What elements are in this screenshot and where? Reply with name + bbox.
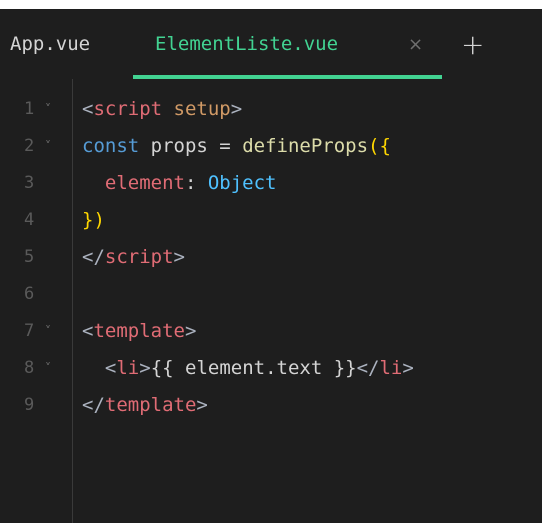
fold-chevron-icon[interactable]: ˅ bbox=[45, 350, 51, 387]
code-token: ({ bbox=[368, 135, 391, 157]
code-token: setup bbox=[173, 98, 231, 120]
line-number: 9 bbox=[24, 395, 35, 415]
fold-chevron-icon[interactable]: ˅ bbox=[45, 128, 51, 165]
tab-app-vue[interactable]: App.vue bbox=[10, 9, 90, 79]
code-line[interactable]: 3 element: Object bbox=[0, 165, 542, 202]
code-token: </ bbox=[356, 357, 380, 379]
code-token: < bbox=[82, 98, 94, 120]
code-text: const props = defineProps({ bbox=[82, 128, 391, 165]
code-token: props bbox=[139, 135, 220, 157]
fold-chevron-icon[interactable]: ˅ bbox=[45, 91, 51, 128]
code-line[interactable]: 5 </script> bbox=[0, 239, 542, 276]
code-token: < bbox=[104, 357, 117, 379]
code-editor: App.vue ElementListe.vue × + 1 ˅ <script s… bbox=[0, 9, 542, 523]
code-token: li bbox=[116, 357, 140, 379]
code-area[interactable]: 1 ˅ <script setup> 2 ˅ const props = definePr… bbox=[0, 91, 542, 424]
line-number: 6 bbox=[24, 284, 35, 304]
code-token: < bbox=[82, 320, 94, 342]
code-text: <script setup> bbox=[82, 91, 242, 128]
code-text: </template> bbox=[82, 387, 208, 424]
code-line[interactable]: 1 ˅ <script setup> bbox=[0, 91, 542, 128]
code-token: template bbox=[104, 394, 197, 416]
code-text: element: Object bbox=[82, 165, 277, 202]
line-number: 3 bbox=[24, 173, 35, 193]
code-token: : bbox=[184, 172, 208, 194]
code-token: > bbox=[402, 357, 414, 379]
code-token: > bbox=[196, 394, 208, 416]
plus-icon[interactable]: + bbox=[461, 9, 484, 79]
code-token: li bbox=[379, 357, 403, 379]
fold-chevron-icon[interactable]: ˅ bbox=[45, 313, 51, 350]
active-tab-indicator bbox=[133, 75, 442, 79]
code-text: }) bbox=[82, 202, 105, 239]
code-token: > bbox=[230, 98, 243, 120]
code-text: <li>{{ element.text }}</li> bbox=[82, 350, 414, 387]
code-line[interactable]: 4}) bbox=[0, 202, 542, 239]
code-token: const bbox=[82, 135, 140, 157]
code-token: > bbox=[184, 320, 197, 342]
code-line[interactable]: 2 ˅ const props = defineProps({ bbox=[0, 128, 542, 165]
code-token: script bbox=[104, 246, 174, 268]
line-number: 5 bbox=[24, 247, 35, 267]
code-text: <template> bbox=[82, 313, 196, 350]
code-token: }) bbox=[82, 209, 105, 231]
code-token: </ bbox=[82, 394, 105, 416]
code-line[interactable]: 8 ˅ <li>{{ element.text }}</li> bbox=[0, 350, 542, 387]
code-token: template bbox=[93, 320, 185, 342]
close-icon[interactable]: × bbox=[408, 9, 423, 79]
tab-bar: App.vue ElementListe.vue × + bbox=[0, 9, 542, 79]
code-token: > bbox=[173, 246, 185, 268]
code-line[interactable]: 9 </template> bbox=[0, 387, 542, 424]
code-token: element bbox=[104, 172, 185, 194]
tab-elementliste-vue[interactable]: ElementListe.vue bbox=[155, 9, 338, 79]
code-token: Object bbox=[207, 172, 277, 194]
code-token: </ bbox=[82, 246, 105, 268]
code-text: </script> bbox=[82, 239, 185, 276]
code-token: {{ element.text }} bbox=[150, 357, 357, 379]
line-number: 4 bbox=[24, 210, 35, 230]
code-token: = bbox=[219, 135, 231, 157]
code-token: > bbox=[139, 357, 151, 379]
code-token: defineProps bbox=[242, 135, 369, 157]
code-line[interactable]: 6 bbox=[0, 276, 542, 313]
code-line[interactable]: 7 ˅ <template> bbox=[0, 313, 542, 350]
code-token: script bbox=[93, 98, 163, 120]
